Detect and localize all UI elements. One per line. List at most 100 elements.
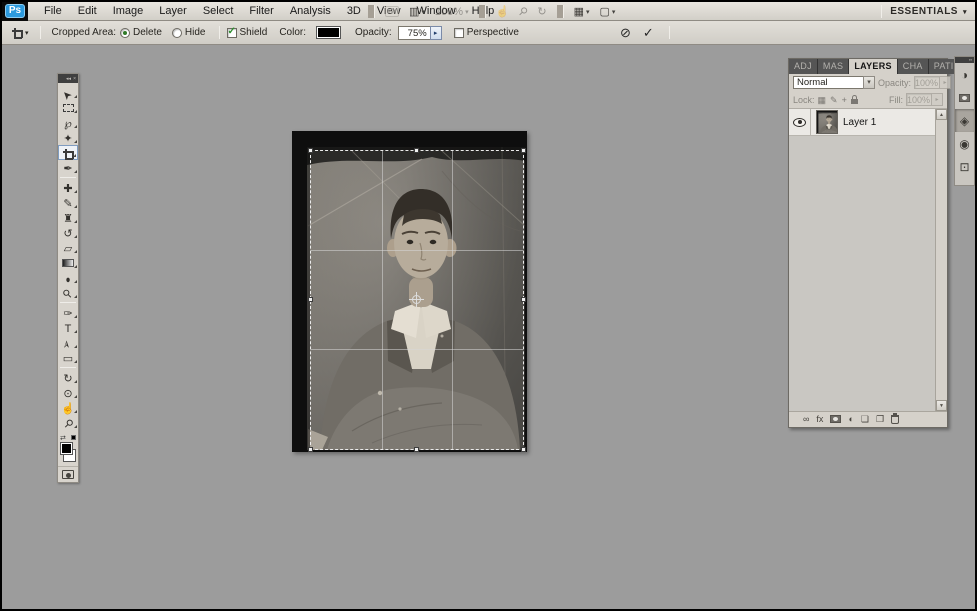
swap-colors-icon[interactable]: ⇄ [60, 434, 66, 442]
zoom-tool[interactable]: ⚲ [58, 415, 78, 431]
hand-tool[interactable]: ☝ [58, 400, 78, 415]
new-group-button[interactable]: ❏ [861, 414, 869, 425]
gradient-tool[interactable] [58, 255, 78, 270]
scroll-down-icon[interactable]: ▼ [936, 400, 947, 411]
zoom-tool-button[interactable]: ⚲ [516, 5, 530, 19]
shield-checkbox[interactable]: ✓ Shield [226, 26, 267, 38]
link-layers-button[interactable]: ∞ [803, 414, 809, 425]
brush-tool[interactable]: ✎ [58, 195, 78, 210]
blend-mode-select[interactable]: Normal ▾ [793, 76, 875, 89]
view-extras-button[interactable]: ▥ ▾ [406, 5, 428, 18]
rectangle-tool[interactable]: ▭ [58, 350, 78, 365]
opacity-field[interactable]: 75% ▸ [397, 25, 442, 40]
layer-opacity-field[interactable]: 100% ▸ [914, 76, 952, 89]
crop-handle-bottom-left[interactable] [308, 447, 313, 452]
toolbar-divider[interactable] [368, 5, 375, 18]
opacity-value[interactable]: 75% [397, 25, 430, 40]
lock-all-icon[interactable] [850, 95, 858, 104]
lock-transparency-icon[interactable]: ▦ [818, 94, 827, 106]
spinner-icon[interactable]: ▸ [940, 76, 952, 89]
adjustment-layer-button[interactable]: ◐ [848, 414, 853, 425]
delete-layer-button[interactable] [891, 412, 900, 425]
lasso-tool[interactable]: ℘ [58, 115, 78, 130]
layers-scrollbar[interactable]: ▲ ▼ [935, 109, 947, 411]
adjustments-panel-icon[interactable]: ◑ [955, 63, 974, 86]
layer-thumbnail[interactable] [816, 110, 838, 134]
eyedropper-tool[interactable]: ✒ [58, 160, 78, 175]
clone-stamp-tool[interactable]: ♜ [58, 210, 78, 225]
rectangular-marquee-tool[interactable] [58, 100, 78, 115]
new-layer-button[interactable]: ❐ [876, 414, 884, 425]
crop-handle-top[interactable] [414, 148, 419, 153]
layer-fill-field[interactable]: 100% ▸ [906, 93, 943, 106]
menu-item[interactable]: Analysis [282, 2, 339, 20]
crop-tool-preset[interactable]: ▾ [12, 27, 29, 39]
lock-position-icon[interactable]: + [842, 94, 847, 106]
rotate-view-button[interactable]: ↻ [534, 5, 549, 18]
bridge-button[interactable]: Br [382, 6, 402, 17]
crop-handle-bottom[interactable] [414, 447, 419, 452]
history-brush-tool[interactable]: ↺ [58, 225, 78, 240]
panel-tab[interactable]: ADJ [789, 59, 818, 74]
crop-handle-right[interactable] [521, 297, 526, 302]
commit-crop-button[interactable]: ✓ [643, 24, 654, 42]
type-tool[interactable]: T [58, 320, 78, 335]
collapse-icon[interactable]: ◂◂ [66, 76, 71, 82]
panel-tab[interactable]: MAS [817, 59, 850, 74]
layer-row[interactable]: Layer 1 [789, 109, 935, 136]
eraser-tool[interactable]: ▱ [58, 240, 78, 255]
layer-opacity-value[interactable]: 100% [914, 76, 941, 89]
scroll-up-icon[interactable]: ▲ [936, 109, 947, 120]
quick-mask-button[interactable] [58, 466, 78, 482]
workspace-switcher[interactable]: ESSENTIALS ▾ [878, 2, 967, 21]
masks-panel-icon[interactable] [955, 86, 974, 109]
menu-item[interactable]: Select [195, 2, 242, 20]
toolbar-divider[interactable] [556, 5, 564, 18]
crop-handle-top-right[interactable] [521, 148, 526, 153]
crop-handle-left[interactable] [308, 297, 313, 302]
crop-handle-bottom-right[interactable] [521, 447, 526, 452]
menu-item[interactable]: Image [105, 2, 152, 20]
pen-tool[interactable]: ✑ [58, 305, 78, 320]
crop-center-marker[interactable] [409, 292, 424, 307]
hide-radio[interactable]: Hide [171, 27, 206, 38]
layer-fill-value[interactable]: 100% [906, 93, 932, 106]
canvas-image[interactable] [292, 131, 527, 452]
blend-mode-value[interactable]: Normal [793, 76, 863, 89]
close-icon[interactable]: × [73, 76, 76, 82]
spot-healing-brush-tool[interactable]: ✚ [58, 180, 78, 195]
hand-tool-button[interactable]: ☝ [493, 5, 513, 18]
add-layer-mask-button[interactable] [830, 414, 842, 425]
3d-rotate-tool[interactable]: ↻ [58, 370, 78, 385]
quick-selection-tool[interactable]: ✦ [58, 130, 78, 145]
path-selection-tool[interactable]: ➢ [58, 335, 78, 350]
styles-panel-icon[interactable]: ◉ [955, 132, 974, 155]
screen-mode-button[interactable]: ▢ ▾ [596, 5, 618, 18]
menu-item[interactable]: Edit [70, 2, 105, 20]
perspective-checkbox[interactable]: Perspective [453, 27, 519, 38]
spinner-icon[interactable]: ▸ [932, 93, 943, 106]
arrange-documents-button[interactable]: ▦ ▾ [571, 5, 593, 18]
lock-pixels-icon[interactable]: ✎ [830, 94, 838, 106]
cancel-crop-button[interactable]: ⊘ [620, 24, 631, 42]
blur-tool[interactable]: ● [58, 270, 78, 286]
shield-color-swatch[interactable] [316, 26, 341, 39]
dropdown-arrow-icon[interactable]: ▾ [863, 76, 875, 89]
panel-tab[interactable]: LAYERS [849, 59, 898, 74]
layers-panel-icon[interactable]: ◈ [955, 109, 974, 132]
toolbar-divider[interactable] [478, 5, 486, 18]
default-colors-icon[interactable] [71, 435, 76, 440]
crop-tool[interactable] [58, 145, 78, 160]
delete-radio[interactable]: Delete [120, 27, 162, 38]
3d-orbit-tool[interactable]: ⊙ [58, 385, 78, 400]
menu-item[interactable]: Layer [151, 2, 195, 20]
crop-marquee[interactable] [308, 148, 526, 452]
dodge-tool[interactable]: ⚲ [58, 285, 78, 301]
visibility-toggle[interactable] [789, 109, 811, 135]
panel-tab[interactable]: CHA [897, 59, 929, 74]
opacity-spinner-icon[interactable]: ▸ [429, 25, 442, 40]
crop-handle-top-left[interactable] [308, 148, 313, 153]
scrollbar-track[interactable] [936, 120, 947, 400]
foreground-color-swatch[interactable] [60, 442, 73, 455]
menu-item[interactable]: Filter [241, 2, 281, 20]
